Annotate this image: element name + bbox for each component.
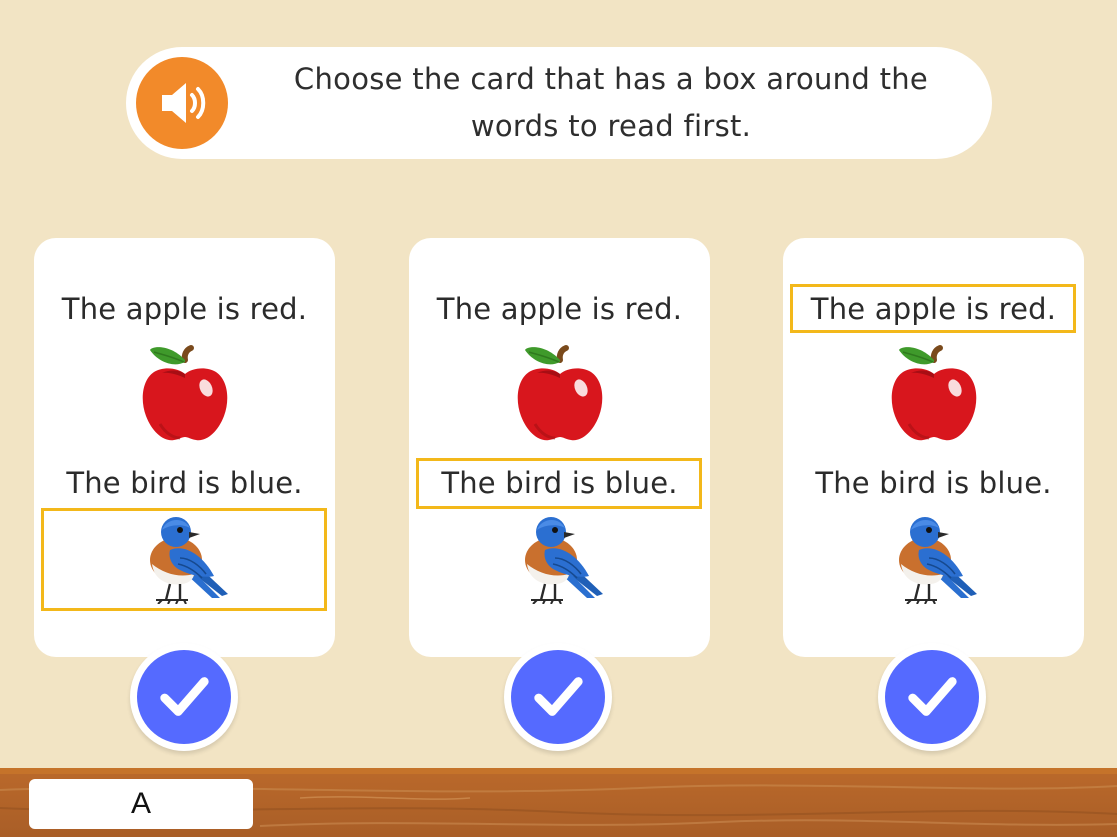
apple-image bbox=[514, 342, 606, 442]
highlight-box bbox=[416, 458, 702, 509]
answer-label: A bbox=[29, 779, 253, 829]
instruction-text: Choose the card that has a box around th… bbox=[293, 62, 929, 143]
instruction-bar: Choose the card that has a box around th… bbox=[126, 47, 992, 159]
select-card-3-button[interactable] bbox=[878, 643, 986, 751]
bird-image bbox=[515, 514, 605, 604]
apple-image bbox=[139, 342, 231, 442]
apple-sentence: The apple is red. bbox=[436, 292, 683, 326]
audio-button[interactable] bbox=[136, 57, 228, 149]
checkmark-icon bbox=[155, 668, 213, 726]
apple-sentence: The apple is red. bbox=[61, 292, 308, 326]
bird-sentence: The bird is blue. bbox=[815, 466, 1052, 500]
answer-card-1[interactable]: The apple is red. The bird is blue. bbox=[34, 238, 335, 657]
select-card-1-button[interactable] bbox=[130, 643, 238, 751]
checkmark-icon bbox=[529, 668, 587, 726]
answer-card-3[interactable]: The apple is red. The bird is blue. bbox=[783, 238, 1084, 657]
apple-image bbox=[888, 342, 980, 442]
answer-card-2[interactable]: The apple is red. The bird is blue. bbox=[409, 238, 710, 657]
select-card-2-button[interactable] bbox=[504, 643, 612, 751]
highlight-box bbox=[790, 284, 1076, 333]
bird-sentence: The bird is blue. bbox=[66, 466, 303, 500]
speaker-icon bbox=[162, 83, 206, 123]
checkmark-icon bbox=[903, 668, 961, 726]
bird-image bbox=[889, 514, 979, 604]
highlight-box bbox=[41, 508, 327, 611]
